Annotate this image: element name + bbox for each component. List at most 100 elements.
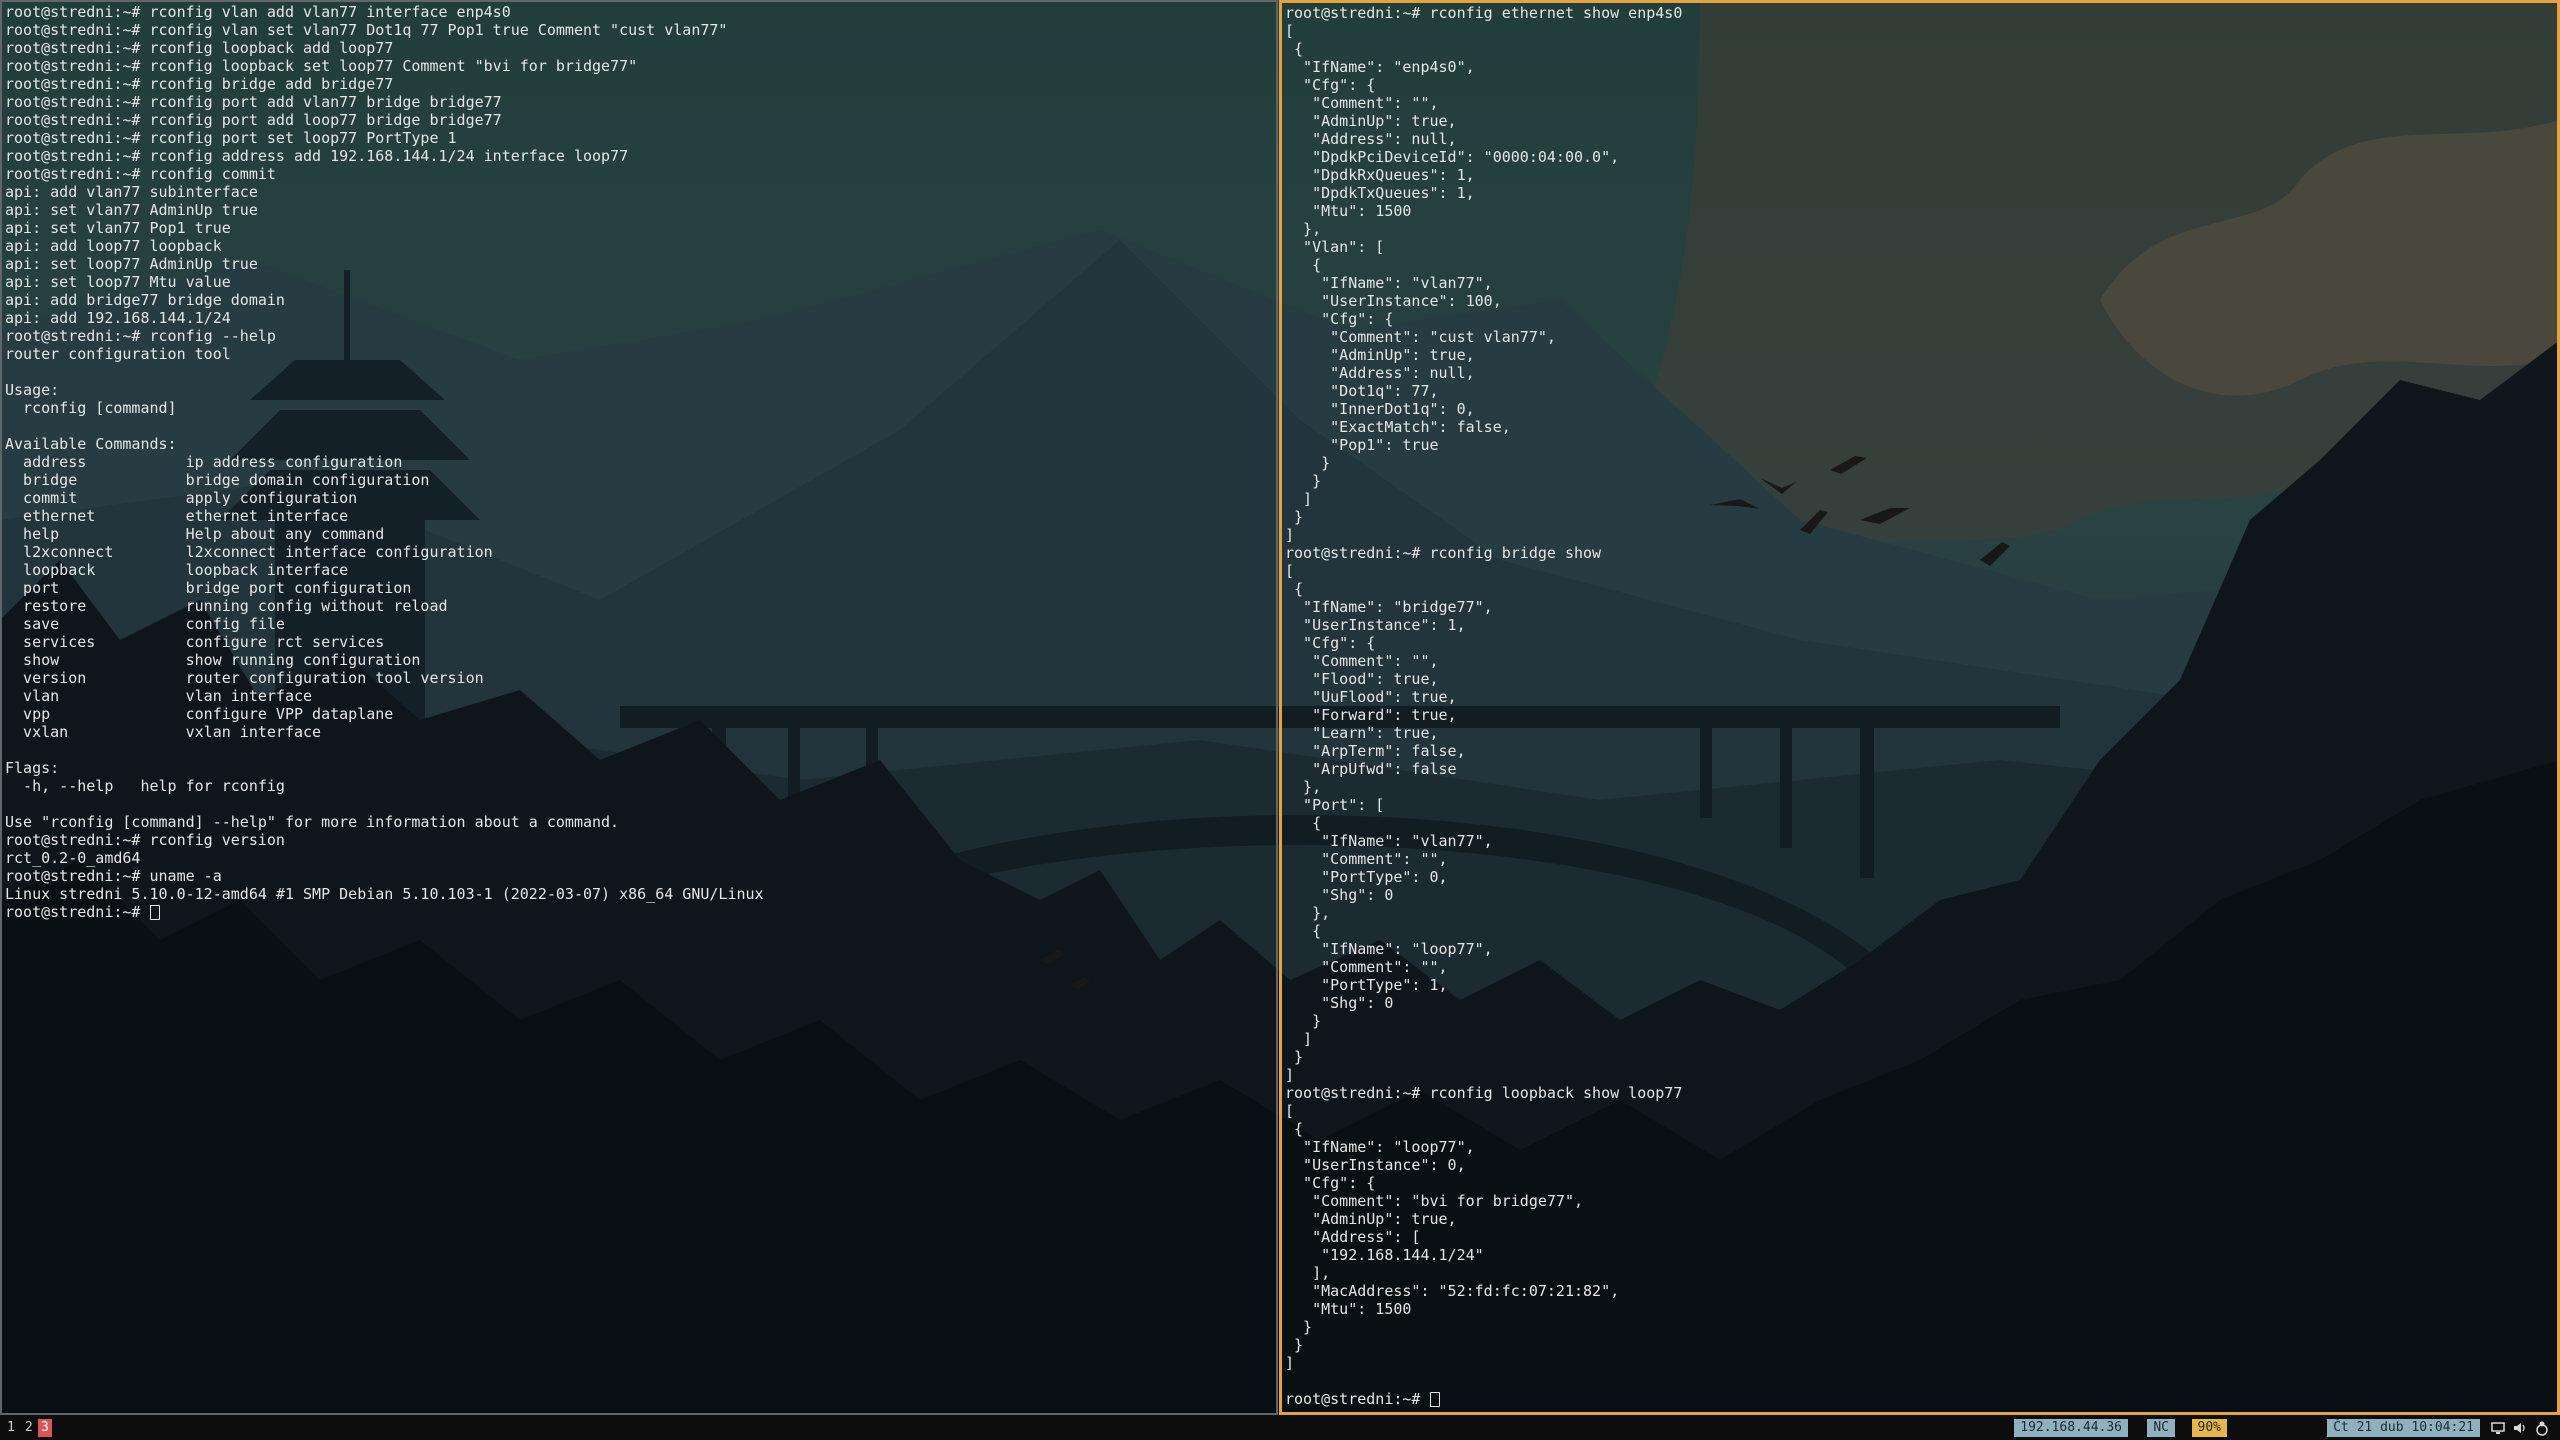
terminal-line: root@stredni:~# rconfig loopback add loo… <box>5 39 394 57</box>
terminal-line: help Help about any command <box>5 525 385 543</box>
terminal-line: root@stredni:~# rconfig loopback set loo… <box>5 57 638 75</box>
terminal-line: "Port": [ <box>1285 796 1385 814</box>
terminal-line: "MacAddress": "52:fd:fc:07:21:82", <box>1285 1282 1620 1300</box>
terminal-line: "UserInstance": 100, <box>1285 292 1502 310</box>
terminal-right-output: root@stredni:~# rconfig ethernet show en… <box>1282 3 2557 1408</box>
terminal-line: "Address": null, <box>1285 364 1475 382</box>
workspace-2-button[interactable]: 2 <box>22 1419 36 1437</box>
terminal-line: "ExactMatch": false, <box>1285 418 1511 436</box>
terminal-line: "Comment": "", <box>1285 652 1439 670</box>
workspace-3-button[interactable]: 3 <box>38 1419 52 1437</box>
terminal-line: "Vlan": [ <box>1285 238 1385 256</box>
terminal-line: "PortType": 1, <box>1285 976 1448 994</box>
terminal-line: root@stredni:~# rconfig loopback show lo… <box>1285 1084 1683 1102</box>
terminal-line: "Mtu": 1500 <box>1285 1300 1412 1318</box>
terminal-line: }, <box>1285 778 1322 796</box>
terminal-line: router configuration tool <box>5 345 231 363</box>
battery-status: 90% <box>2191 1419 2227 1437</box>
terminal-line: api: set loop77 Mtu value <box>5 273 231 291</box>
terminal-cursor <box>1429 1392 1440 1407</box>
terminal-line: l2xconnect l2xconnect interface configur… <box>5 543 493 561</box>
terminal-line: api: add vlan77 subinterface <box>5 183 258 201</box>
terminal-line: show show running configuration <box>5 651 421 669</box>
terminal-line: "Flood": true, <box>1285 670 1439 688</box>
terminal-right[interactable]: root@stredni:~# rconfig ethernet show en… <box>1279 0 2560 1415</box>
terminal-line: } <box>1285 454 1331 472</box>
terminal-line: "Address": null, <box>1285 130 1457 148</box>
terminal-line: port bridge port configuration <box>5 579 412 597</box>
terminal-line: vlan vlan interface <box>5 687 313 705</box>
terminal-line: Linux stredni 5.10.0-12-amd64 #1 SMP Deb… <box>5 885 764 903</box>
workspace-1-button[interactable]: 1 <box>4 1419 18 1437</box>
ip-address-status: 192.168.44.36 <box>2014 1419 2128 1437</box>
terminal-left[interactable]: root@stredni:~# rconfig vlan add vlan77 … <box>0 0 1278 1415</box>
terminal-line: ] <box>1285 490 1313 508</box>
terminal-line: api: set vlan77 AdminUp true <box>5 201 258 219</box>
terminal-line: root@stredni:~# rconfig port add vlan77 … <box>5 93 502 111</box>
terminal-line: root@stredni:~# rconfig ethernet show en… <box>1285 4 1683 22</box>
terminal-line: "Dot1q": 77, <box>1285 382 1439 400</box>
terminal-line: "Forward": true, <box>1285 706 1457 724</box>
terminal-line: "IfName": "loop77", <box>1285 1138 1475 1156</box>
terminal-line: "IfName": "vlan77", <box>1285 274 1493 292</box>
terminal-line: { <box>1285 1120 1304 1138</box>
terminal-line: Available Commands: <box>5 435 177 453</box>
datetime-status: Čt 21 dub 10:04:21 <box>2327 1419 2480 1437</box>
terminal-line: api: add bridge77 bridge domain <box>5 291 285 309</box>
terminal-line: "IfName": "bridge77", <box>1285 598 1493 616</box>
terminal-line: } <box>1285 472 1322 490</box>
terminal-line: api: add loop77 loopback <box>5 237 222 255</box>
terminal-cursor <box>149 905 160 920</box>
terminal-line: "Shg": 0 <box>1285 994 1394 1012</box>
terminal-line: ], <box>1285 1264 1331 1282</box>
terminal-line: "ArpUfwd": false <box>1285 760 1457 778</box>
terminal-line: vpp configure VPP dataplane <box>5 705 394 723</box>
terminal-line: "UserInstance": 1, <box>1285 616 1466 634</box>
terminal-line: "Cfg": { <box>1285 310 1394 328</box>
terminal-line: "Cfg": { <box>1285 634 1376 652</box>
terminal-line: "PortType": 0, <box>1285 868 1448 886</box>
terminal-line: root@stredni:~# rconfig commit <box>5 165 276 183</box>
terminal-line: save config file <box>5 615 285 633</box>
terminal-line: rct_0.2-0_amd64 <box>5 849 141 867</box>
terminal-line: { <box>1285 40 1304 58</box>
terminal-line: [ <box>1285 22 1295 40</box>
terminal-left-output: root@stredni:~# rconfig vlan add vlan77 … <box>2 2 1276 921</box>
terminal-line: "Mtu": 1500 <box>1285 202 1412 220</box>
terminal-line: root@stredni:~# rconfig version <box>5 831 285 849</box>
display-icon[interactable] <box>2490 1420 2506 1436</box>
terminal-line: root@stredni:~# rconfig port set loop77 … <box>5 129 457 147</box>
terminal-line: services configure rct services <box>5 633 385 651</box>
terminal-line: rconfig [command] <box>5 399 177 417</box>
terminal-line: root@stredni:~# rconfig port add loop77 … <box>5 111 502 129</box>
terminal-line: restore running config without reload <box>5 597 448 615</box>
terminal-line: root@stredni:~# rconfig bridge show <box>1285 544 1602 562</box>
terminal-line: "Pop1": true <box>1285 436 1439 454</box>
terminal-line: ethernet ethernet interface <box>5 507 349 525</box>
terminal-line: "IfName": "enp4s0", <box>1285 58 1475 76</box>
terminal-line: "AdminUp": true, <box>1285 112 1457 130</box>
terminal-line: root@stredni:~# rconfig vlan add vlan77 … <box>5 3 511 21</box>
status-bar: 1 2 3 192.168.44.36 NC 90% Čt 21 dub 10:… <box>0 1416 2560 1440</box>
network-icon[interactable] <box>2534 1420 2550 1436</box>
terminal-line: } <box>1285 1336 1304 1354</box>
terminal-prompt-line[interactable]: root@stredni:~# <box>5 903 1273 921</box>
terminal-line: ] <box>1285 1030 1313 1048</box>
terminal-line: Use "rconfig [command] --help" for more … <box>5 813 620 831</box>
terminal-prompt-line[interactable]: root@stredni:~# <box>1285 1390 2554 1408</box>
terminal-line: api: add 192.168.144.1/24 <box>5 309 231 327</box>
terminal-prompt: root@stredni:~# <box>1285 1390 1430 1408</box>
terminal-line: ] <box>1285 1354 1295 1372</box>
terminal-line: "DpdkTxQueues": 1, <box>1285 184 1475 202</box>
terminal-line: "InnerDot1q": 0, <box>1285 400 1475 418</box>
terminal-line: "IfName": "loop77", <box>1285 940 1493 958</box>
terminal-line: { <box>1285 922 1322 940</box>
terminal-line: api: set vlan77 Pop1 true <box>5 219 231 237</box>
terminal-prompt: root@stredni:~# <box>5 903 150 921</box>
volume-icon[interactable] <box>2512 1420 2528 1436</box>
terminal-line: vxlan vxlan interface <box>5 723 322 741</box>
terminal-line: "Address": [ <box>1285 1228 1421 1246</box>
